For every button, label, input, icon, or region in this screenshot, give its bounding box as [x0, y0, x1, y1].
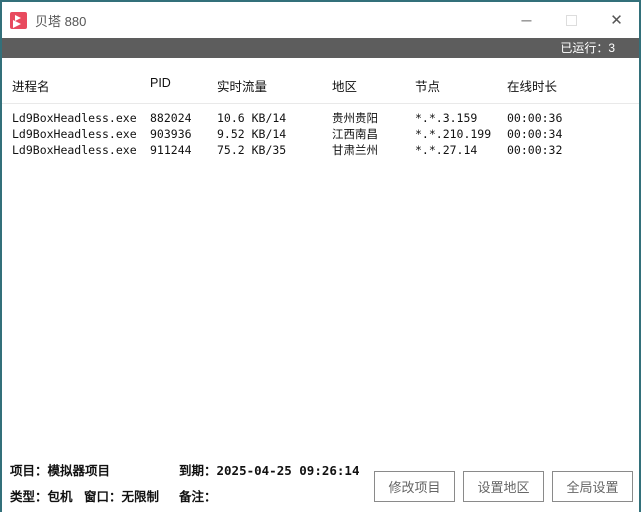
cell-process: Ld9BoxHeadless.exe — [12, 110, 150, 126]
window-title: 贝塔 880 — [35, 11, 86, 30]
cell-pid: 882024 — [150, 110, 217, 126]
logo-triangle-bottom — [13, 20, 21, 28]
cell-node: *.*.210.199 — [415, 126, 507, 142]
cell-process: Ld9BoxHeadless.exe — [12, 126, 150, 142]
window-limit-info: 窗口：无限制 — [84, 486, 159, 505]
table-row[interactable]: Ld9BoxHeadless.exe 882024 10.6 KB/14 贵州贵… — [2, 110, 639, 126]
column-header-region: 地区 — [332, 76, 415, 95]
cell-node: *.*.3.159 — [415, 110, 507, 126]
column-header-traffic: 实时流量 — [217, 76, 332, 95]
cell-region: 江西南昌 — [332, 126, 415, 142]
app-logo-icon — [10, 12, 27, 29]
cell-process: Ld9BoxHeadless.exe — [12, 142, 150, 158]
titlebar: 贝塔 880 ─ ✕ — [2, 2, 639, 38]
expire-info: 到期：2025-04-25 09:26:14 — [179, 460, 360, 479]
cell-traffic: 75.2 KB/35 — [217, 142, 332, 158]
cell-region: 甘肃兰州 — [332, 142, 415, 158]
column-header-pid: PID — [150, 76, 217, 95]
cell-traffic: 10.6 KB/14 — [217, 110, 332, 126]
window-controls: ─ ✕ — [504, 2, 639, 38]
app-window: 贝塔 880 ─ ✕ 已运行：3 进程名 PID 实时流量 地区 节点 在线时长 — [0, 0, 641, 512]
table-row[interactable]: Ld9BoxHeadless.exe 903936 9.52 KB/14 江西南… — [2, 126, 639, 142]
cell-online: 00:00:36 — [507, 110, 639, 126]
table-header-row: 进程名 PID 实时流量 地区 节点 在线时长 — [2, 58, 639, 104]
statusbar: 已运行：3 — [2, 38, 639, 58]
modify-project-button[interactable]: 修改项目 — [374, 471, 455, 502]
running-count: 已运行：3 — [560, 41, 615, 55]
maximize-button[interactable] — [549, 2, 594, 38]
cell-pid: 911244 — [150, 142, 217, 158]
cell-pid: 903936 — [150, 126, 217, 142]
footer: 项目：模拟器项目 到期：2025-04-25 09:26:14 类型：包机 窗口… — [2, 454, 639, 512]
type-info: 类型：包机 — [10, 486, 73, 505]
table-row[interactable]: Ld9BoxHeadless.exe 911244 75.2 KB/35 甘肃兰… — [2, 142, 639, 158]
set-region-button[interactable]: 设置地区 — [463, 471, 544, 502]
note-info: 备注： — [179, 486, 217, 505]
close-button[interactable]: ✕ — [594, 2, 639, 38]
maximize-icon — [566, 15, 577, 26]
cell-node: *.*.27.14 — [415, 142, 507, 158]
minimize-button[interactable]: ─ — [504, 2, 549, 38]
table-body: Ld9BoxHeadless.exe 882024 10.6 KB/14 贵州贵… — [2, 104, 639, 158]
column-header-node: 节点 — [415, 76, 507, 95]
process-table: 进程名 PID 实时流量 地区 节点 在线时长 Ld9BoxHeadless.e… — [2, 58, 639, 158]
close-icon: ✕ — [610, 11, 623, 29]
cell-online: 00:00:34 — [507, 126, 639, 142]
minimize-icon: ─ — [522, 12, 532, 28]
column-header-process: 进程名 — [12, 76, 150, 95]
cell-traffic: 9.52 KB/14 — [217, 126, 332, 142]
cell-region: 贵州贵阳 — [332, 110, 415, 126]
footer-buttons: 修改项目 设置地区 全局设置 — [374, 471, 633, 502]
column-header-online: 在线时长 — [507, 76, 639, 95]
global-settings-button[interactable]: 全局设置 — [552, 471, 633, 502]
project-info: 项目：模拟器项目 — [10, 460, 110, 479]
cell-online: 00:00:32 — [507, 142, 639, 158]
